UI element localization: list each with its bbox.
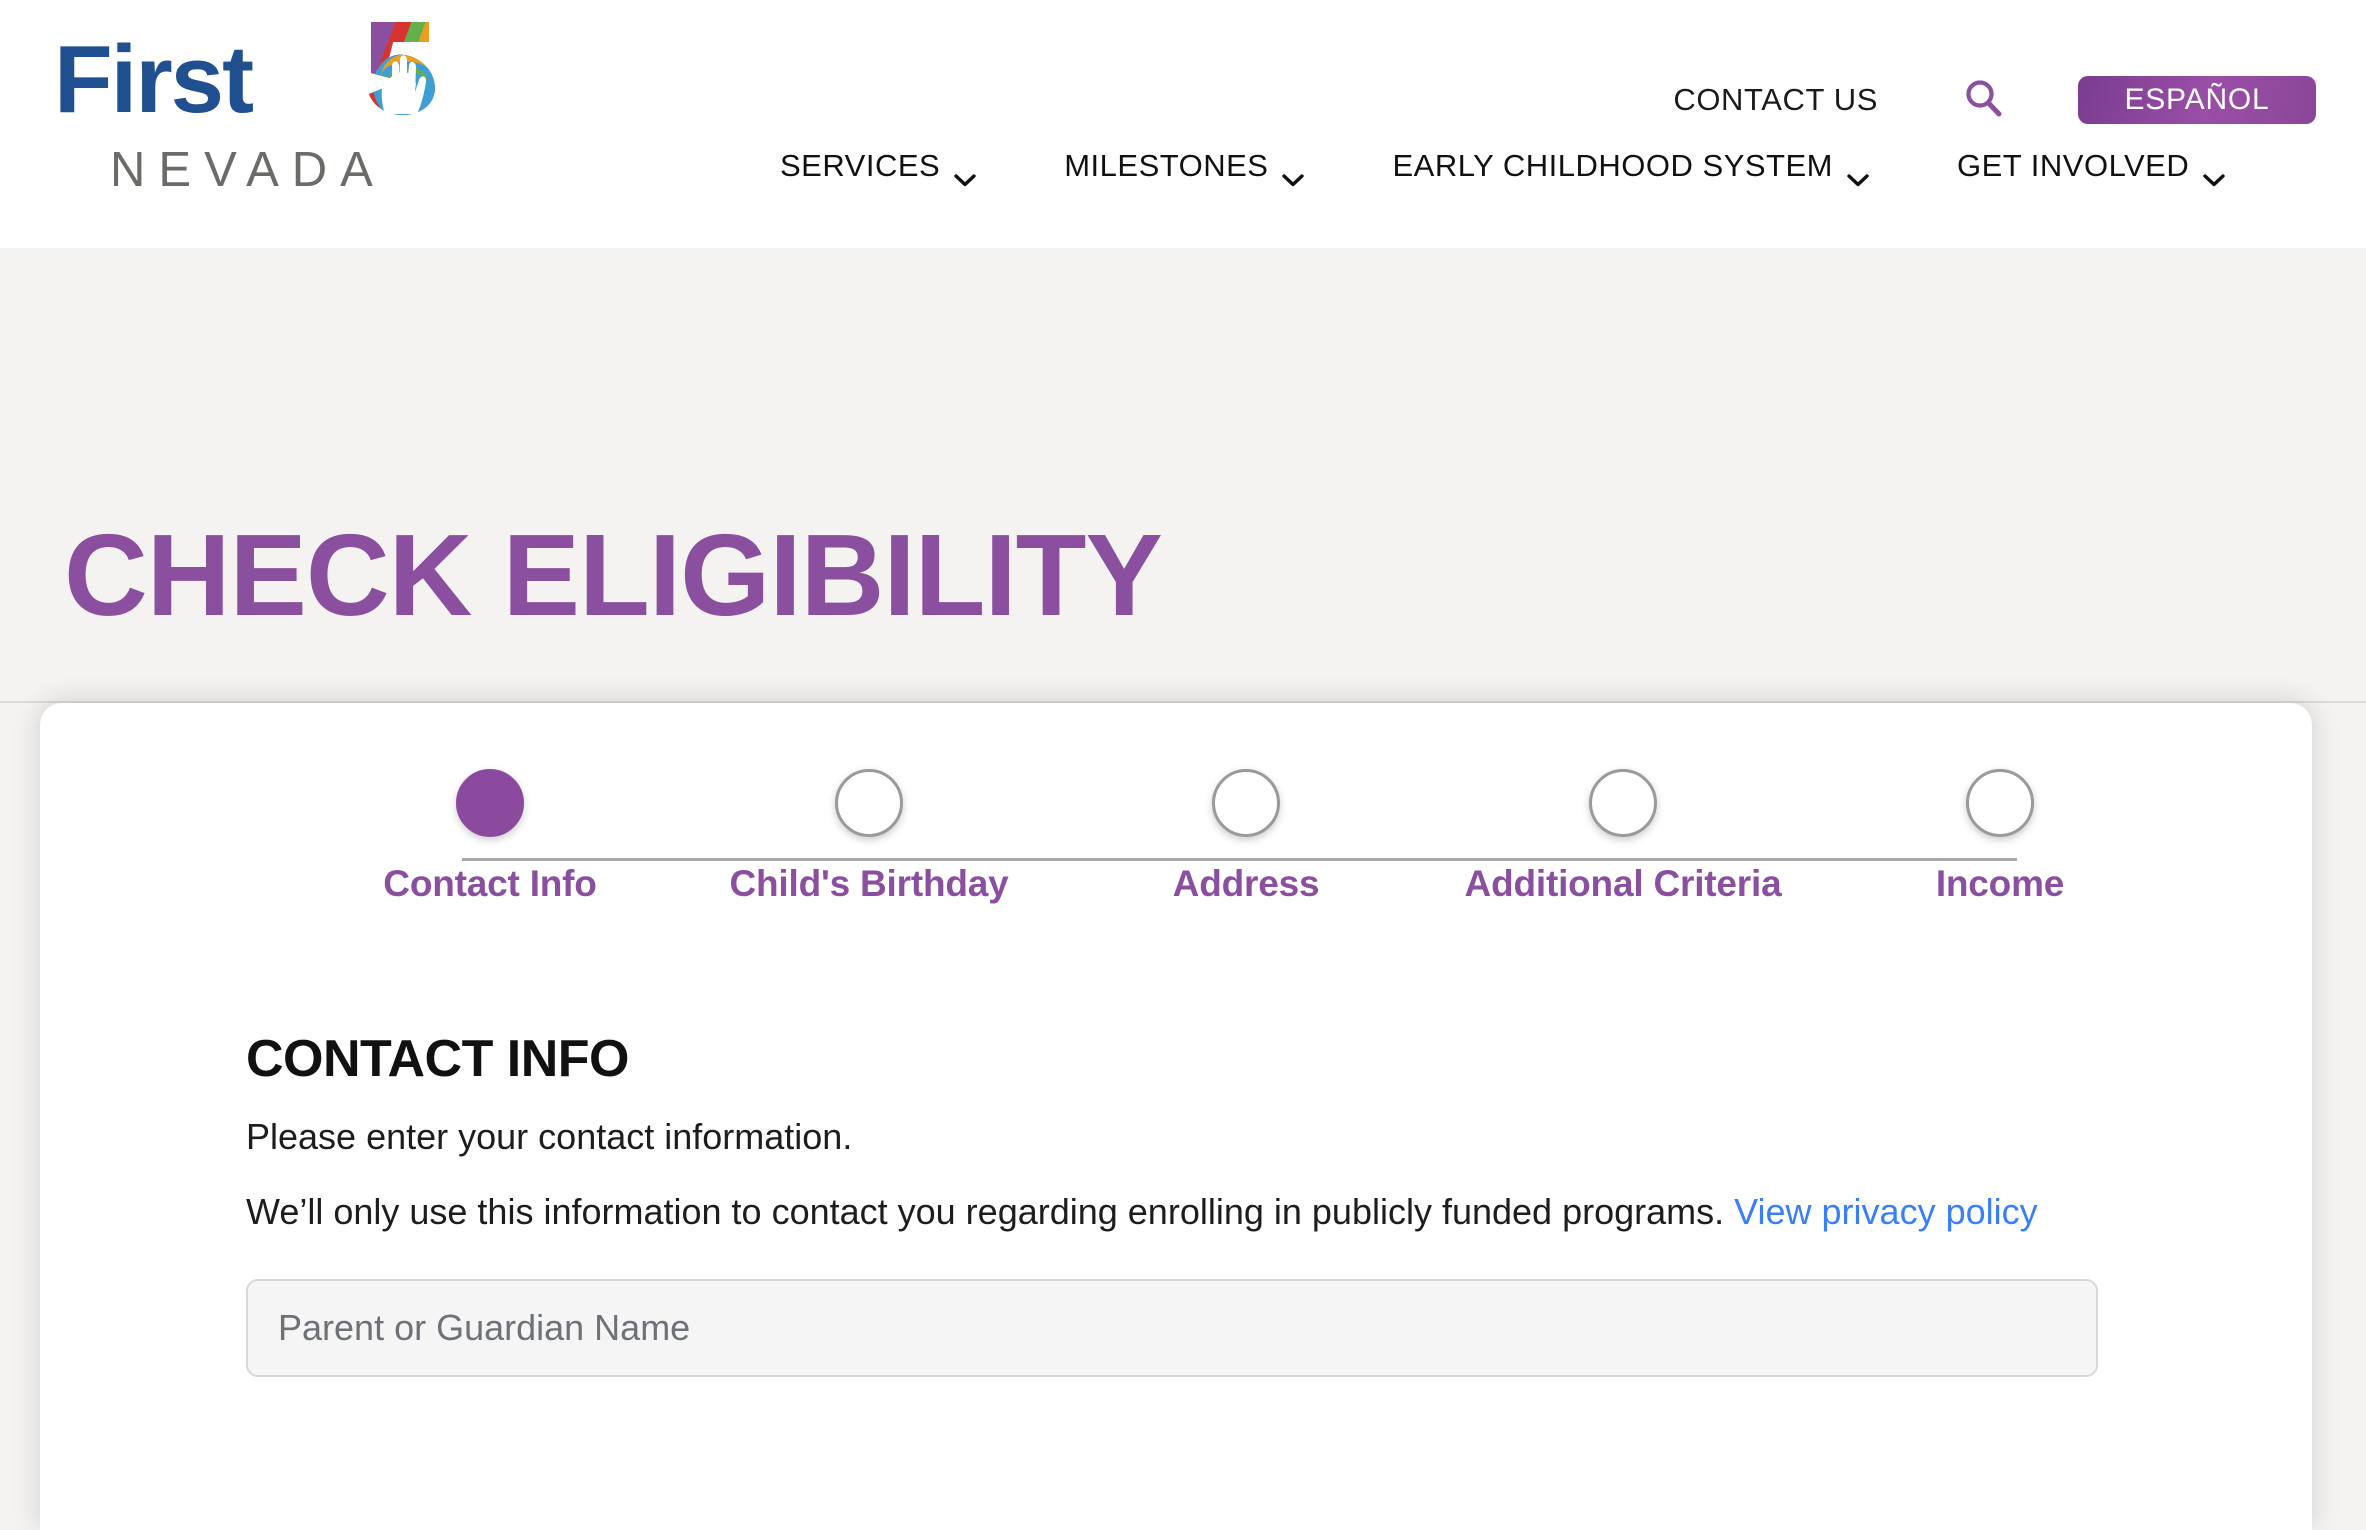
first5-handprint-logo-icon <box>341 18 441 118</box>
view-privacy-policy-link[interactable]: View privacy policy <box>1734 1191 2037 1232</box>
step-label: Contact Info <box>383 863 597 904</box>
contact-info-form: CONTACT INFO Please enter your contact i… <box>246 1030 2146 1378</box>
logo-wordmark-nevada: NEVADA <box>110 143 386 197</box>
search-icon <box>1962 77 2006 124</box>
stepper-step-income[interactable]: Income <box>1835 769 2165 905</box>
step-dot <box>1212 769 1280 837</box>
stepper-step-childs-birthday[interactable]: Child's Birthday <box>704 769 1034 905</box>
section-heading: CONTACT INFO <box>246 1030 629 1088</box>
step-label: Income <box>1935 863 2065 904</box>
chevron-down-icon <box>1847 159 1869 187</box>
page-body: Contact Info Child's Birthday Address Ad… <box>0 703 2366 1530</box>
progress-stepper: Contact Info Child's Birthday Address Ad… <box>40 769 2312 949</box>
page-title: CHECK ELIGIBILITY <box>64 510 1163 640</box>
parent-or-guardian-name-input[interactable] <box>246 1279 2098 1378</box>
header-utility-bar: CONTACT US ESPAÑOL <box>1673 72 2316 128</box>
nav-item-label: GET INVOLVED <box>1957 148 2190 183</box>
main-navigation: SERVICES MILESTONES EARLY CHILDHOOD SYST… <box>780 148 2225 187</box>
stepper-step-additional-criteria[interactable]: Additional Criteria <box>1458 769 1788 905</box>
search-button[interactable] <box>1956 72 2012 128</box>
stepper-step-contact-info[interactable]: Contact Info <box>325 769 655 905</box>
nav-item-label: SERVICES <box>780 148 941 183</box>
stepper-step-address[interactable]: Address <box>1081 769 1411 905</box>
nav-item-milestones[interactable]: MILESTONES <box>1064 148 1305 187</box>
site-logo[interactable]: First NEVADA <box>54 18 435 208</box>
nav-item-early-childhood-system[interactable]: EARLY CHILDHOOD SYSTEM <box>1392 148 1869 187</box>
step-dot <box>1589 769 1657 837</box>
nav-item-services[interactable]: SERVICES <box>780 148 976 187</box>
chevron-down-icon <box>1282 159 1305 187</box>
step-label: Additional Criteria <box>1464 863 1782 904</box>
hero-section: CHECK ELIGIBILITY <box>0 248 2366 703</box>
chevron-down-icon <box>2203 159 2225 187</box>
site-header: First NEVADA CONTACT US ESPAÑOL SERVICES… <box>0 0 2366 248</box>
eligibility-form-card: Contact Info Child's Birthday Address Ad… <box>40 703 2312 1530</box>
section-subtitle: Please enter your contact information. <box>246 1116 853 1157</box>
privacy-note: We’ll only use this information to conta… <box>246 1190 2146 1233</box>
privacy-note-text: We’ll only use this information to conta… <box>246 1191 1725 1233</box>
contact-us-link[interactable]: CONTACT US <box>1673 82 1956 118</box>
nav-item-label: MILESTONES <box>1064 148 1269 183</box>
nav-item-label: EARLY CHILDHOOD SYSTEM <box>1392 148 1833 183</box>
step-label: Child's Birthday <box>729 863 1009 904</box>
language-toggle-espanol-button[interactable]: ESPAÑOL <box>2078 76 2316 124</box>
nav-item-get-involved[interactable]: GET INVOLVED <box>1957 148 2225 187</box>
step-label: Address <box>1172 863 1320 904</box>
step-dot <box>835 769 903 837</box>
chevron-down-icon <box>954 159 976 187</box>
step-dot <box>456 769 524 837</box>
logo-wordmark-first: First <box>54 26 254 133</box>
step-dot <box>1966 769 2034 837</box>
